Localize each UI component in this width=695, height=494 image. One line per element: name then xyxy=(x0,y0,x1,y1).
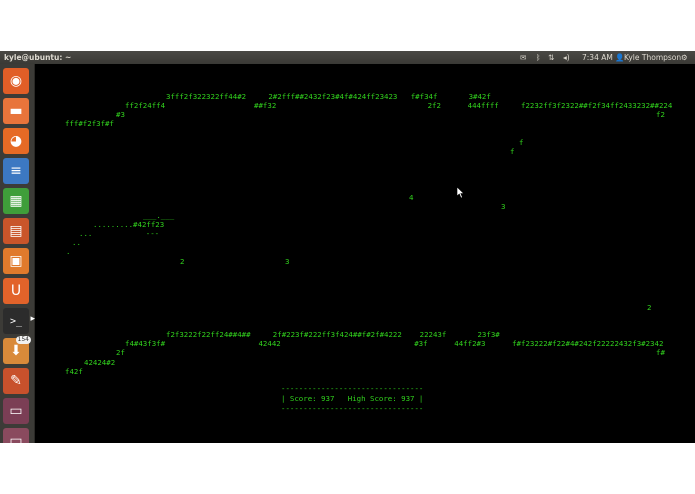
launcher-update-manager-button[interactable]: ⬇ 154 xyxy=(3,336,31,364)
terminal-icon: >_ xyxy=(9,315,23,327)
window-title: kyle@ubuntu: ~ xyxy=(4,53,72,62)
game-row: .. xyxy=(72,238,81,247)
mouse-pointer-icon xyxy=(457,187,465,199)
game-row: ff2f24ff4 ##f32 2f2 444ffff f2232ff3f232… xyxy=(125,101,673,110)
files-icon: ▬ xyxy=(9,103,23,119)
launcher-system-settings-button[interactable]: ✎ xyxy=(3,368,29,394)
game-row: .........#42ff23 xyxy=(93,220,165,229)
libreoffice-writer-icon: ≡ xyxy=(10,163,22,179)
launcher: ◉ ▬ ◕ ≡ ▦ ▤ ▣ U >_ ▸ ⬇ 154 ✎ ▭ ▭ xyxy=(0,64,35,443)
top-panel: kyle@ubuntu: ~ ✉ ᛒ ⇅ ◂) 7:34 AM 👤 Kyle T… xyxy=(0,51,695,64)
game-row: 4 xyxy=(409,193,414,202)
launcher-firefox-button[interactable]: ◕ xyxy=(3,128,29,154)
libreoffice-impress-icon: ▤ xyxy=(9,223,23,239)
game-row: ... --- xyxy=(79,229,160,238)
update-count-badge: 154 xyxy=(15,336,31,344)
system-settings-icon: ✎ xyxy=(10,373,22,389)
game-row: 42424#2 xyxy=(84,358,116,367)
terminal-window[interactable]: 3fff2f322322ff44#2 2#2fff##2432f23#4f#42… xyxy=(35,64,695,443)
game-row: f xyxy=(510,147,515,156)
user-name[interactable]: Kyle Thompson xyxy=(624,51,681,64)
launcher-dash-home-button[interactable]: ◉ xyxy=(3,68,29,94)
game-row: 3fff2f322322ff44#2 2#2fff##2432f23#4f#42… xyxy=(166,92,491,101)
power-gear-icon[interactable]: ⚙ xyxy=(681,51,688,64)
game-row: f42f xyxy=(65,367,83,376)
score-box-top-border: -------------------------------- xyxy=(281,384,424,393)
game-row: 2 xyxy=(647,303,652,312)
dash-home-icon: ◉ xyxy=(9,73,23,89)
launcher-terminal-button[interactable]: >_ ▸ xyxy=(3,308,35,334)
game-row: 3 xyxy=(501,202,506,211)
game-row: ___.___ xyxy=(143,211,175,220)
launcher-libreoffice-writer-button[interactable]: ≡ xyxy=(3,158,29,184)
game-row: f2f3222f22ff24##4## 2f#223f#222ff3f424##… xyxy=(166,330,500,339)
game-row: 2f xyxy=(116,348,125,357)
trash-icon: ▭ xyxy=(9,433,23,443)
desktop: kyle@ubuntu: ~ ✉ ᛒ ⇅ ◂) 7:34 AM 👤 Kyle T… xyxy=(0,51,695,443)
game-row: fff#f2f3f#f xyxy=(65,119,114,128)
score-display: | Score: 937 High Score: 937 | xyxy=(281,394,424,403)
launcher-libreoffice-calc-button[interactable]: ▦ xyxy=(3,188,29,214)
game-row: f# xyxy=(656,348,665,357)
user-icon: 👤 xyxy=(615,53,625,62)
bluetooth-icon[interactable]: ᛒ xyxy=(536,51,541,64)
game-row: #3 xyxy=(116,110,125,119)
game-row: f2 xyxy=(656,110,665,119)
software-center-icon: ▣ xyxy=(9,253,23,269)
workspace-switcher-icon: ▭ xyxy=(9,403,23,419)
clock[interactable]: 7:34 AM xyxy=(582,51,613,64)
volume-icon[interactable]: ◂) xyxy=(563,51,570,64)
mail-icon[interactable]: ✉ xyxy=(520,51,526,64)
launcher-libreoffice-impress-button[interactable]: ▤ xyxy=(3,218,29,244)
score-box-bottom-border: -------------------------------- xyxy=(281,404,424,413)
firefox-icon: ◕ xyxy=(9,133,23,149)
launcher-trash-button[interactable]: ▭ xyxy=(3,428,29,443)
game-row: f xyxy=(519,138,524,147)
launcher-software-center-button[interactable]: ▣ xyxy=(3,248,29,274)
launcher-ubuntu-one-button[interactable]: U xyxy=(3,278,29,304)
launcher-workspace-switcher-button[interactable]: ▭ xyxy=(3,398,29,424)
network-icon[interactable]: ⇅ xyxy=(548,51,554,64)
game-row: f4#43f3f# 42442 #3f 44ff2#3 f#f23222#f22… xyxy=(125,339,664,348)
launcher-files-button[interactable]: ▬ xyxy=(3,98,29,124)
libreoffice-calc-icon: ▦ xyxy=(9,193,23,209)
game-row: 3 xyxy=(285,257,290,266)
game-row: . xyxy=(66,247,71,256)
game-row: 2 xyxy=(180,257,185,266)
ubuntu-one-icon: U xyxy=(10,283,22,299)
